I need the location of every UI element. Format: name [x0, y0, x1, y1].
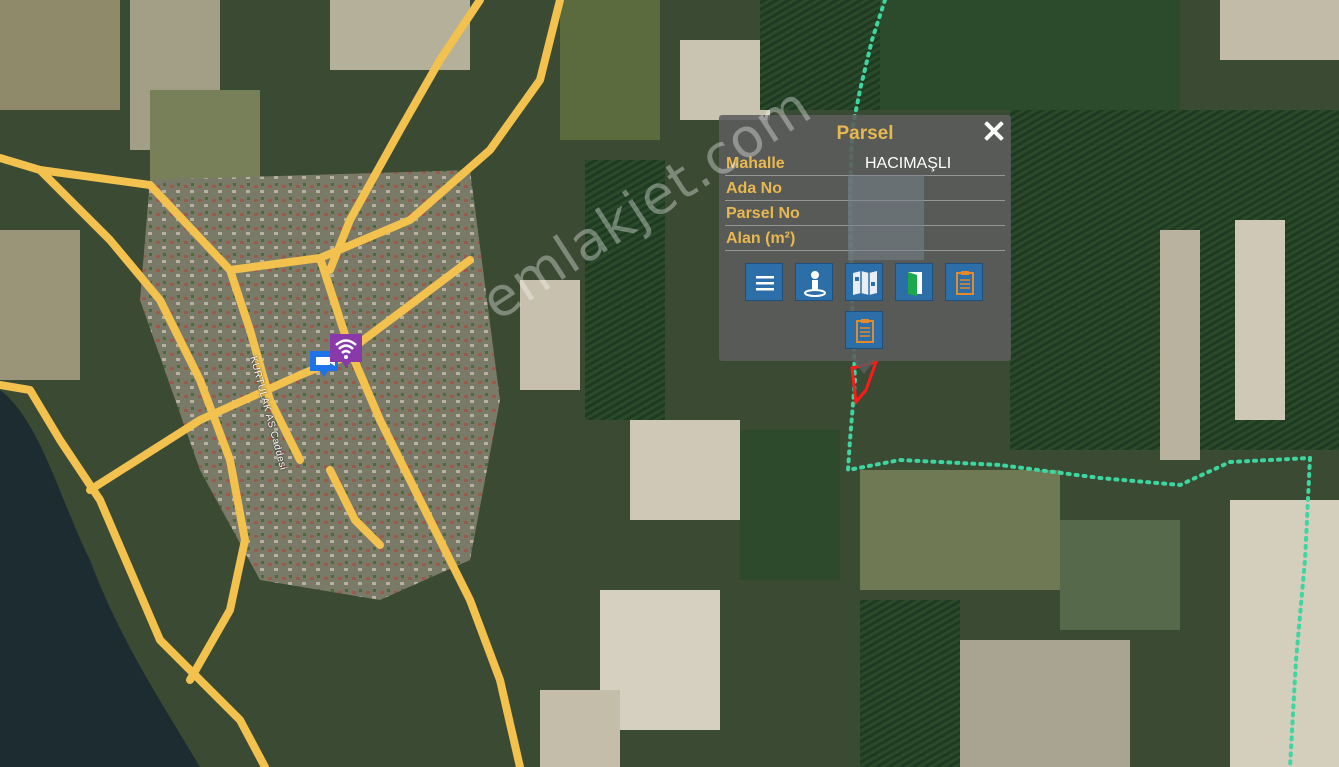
popup-pointer — [853, 360, 875, 374]
close-icon[interactable] — [982, 119, 1006, 143]
wifi-icon[interactable] — [328, 332, 364, 375]
redacted-values — [848, 175, 924, 260]
map-sheet-icon[interactable] — [845, 263, 883, 301]
row-label: Parsel No — [726, 205, 800, 222]
menu-icon[interactable] — [745, 263, 783, 301]
row-label: Alan (m²) — [726, 230, 796, 247]
satellite-map[interactable] — [0, 0, 1339, 767]
person-info-icon[interactable] — [795, 263, 833, 301]
report-icon[interactable] — [845, 311, 883, 349]
row-value: HACIMAŞLI — [865, 155, 952, 172]
door-exit-icon[interactable] — [895, 263, 933, 301]
report-icon[interactable] — [945, 263, 983, 301]
